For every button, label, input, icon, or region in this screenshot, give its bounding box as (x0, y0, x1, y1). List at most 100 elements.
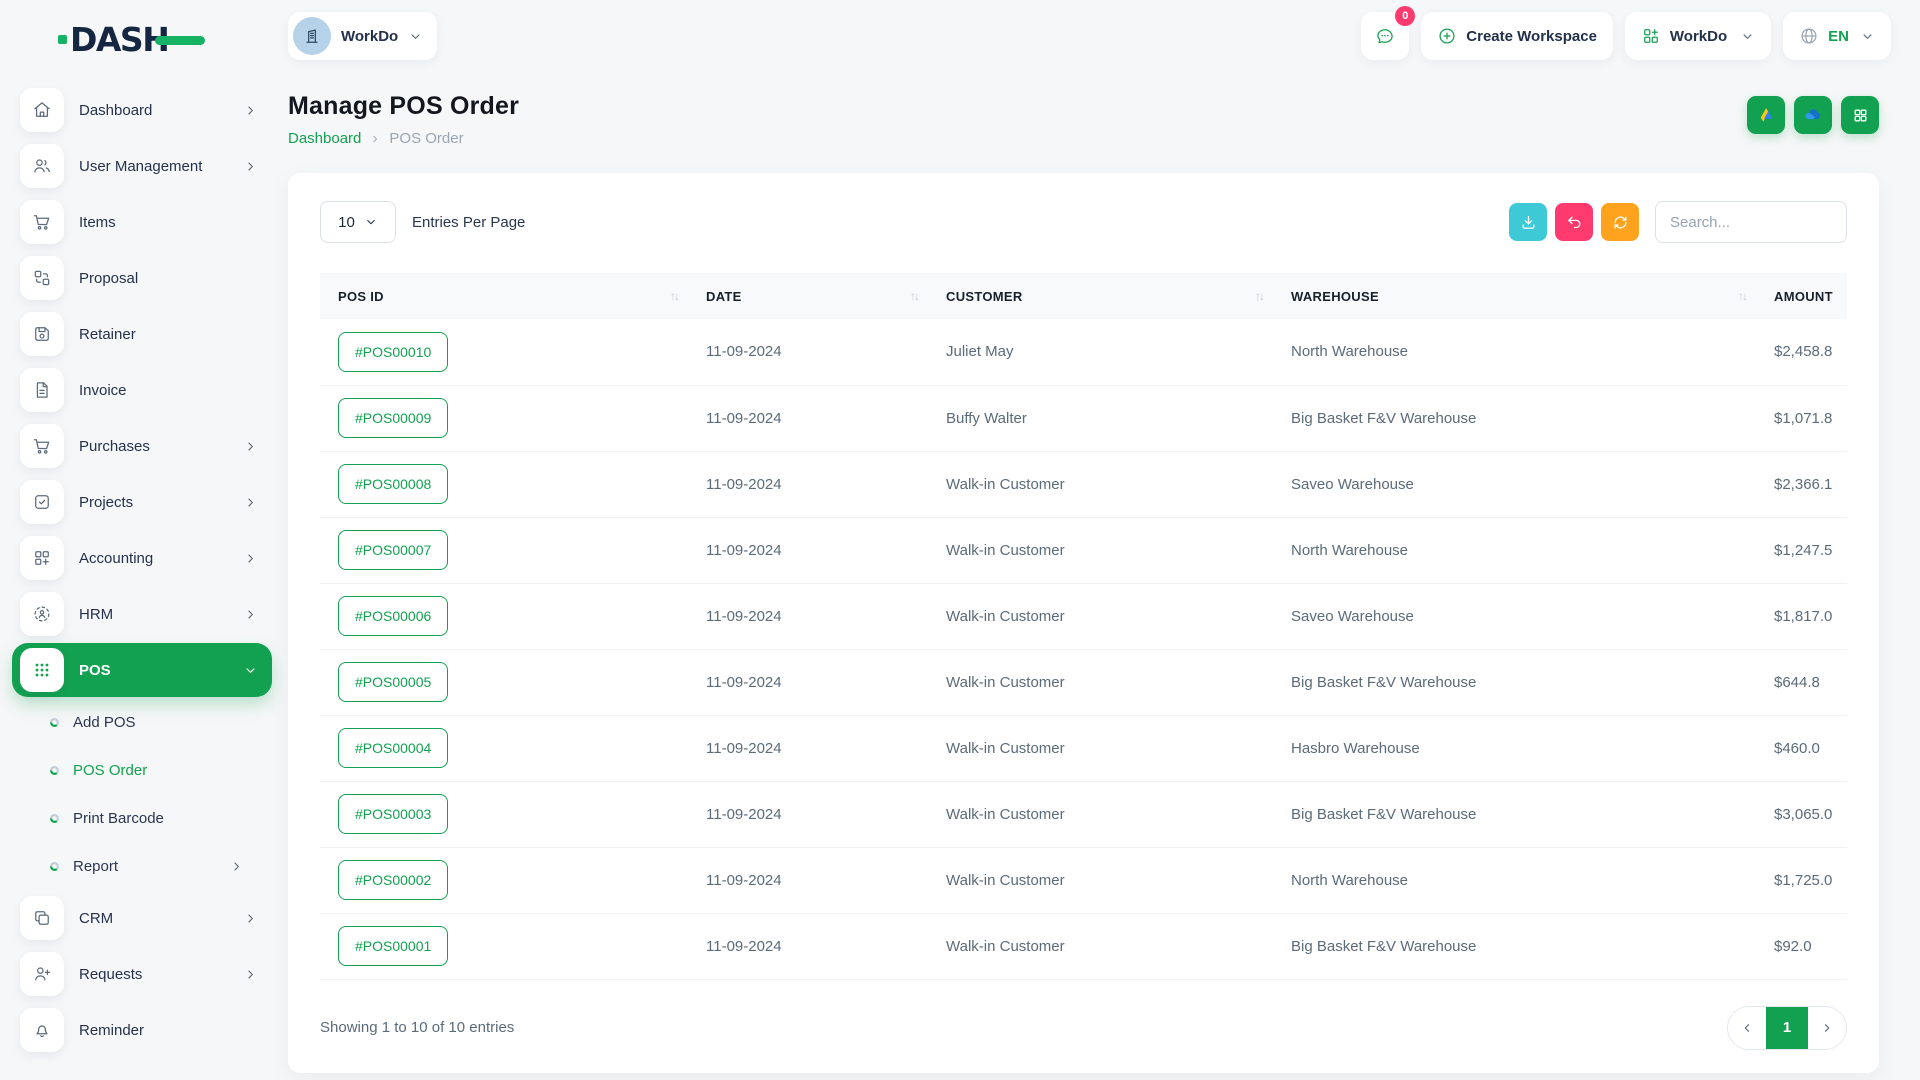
main-content: WorkDo 0 Create Workspace WorkDo (278, 0, 1920, 1080)
chevron-down-icon (243, 663, 258, 678)
table-row: #POS00010 11-09-2024 Juliet May North Wa… (320, 319, 1847, 385)
cell-customer: Walk-in Customer (928, 715, 1273, 781)
pagination: 1 (1727, 1006, 1847, 1050)
pos-id-link[interactable]: #POS00010 (338, 332, 448, 372)
table-row: #POS00003 11-09-2024 Walk-in Customer Bi… (320, 781, 1847, 847)
column-header-amount[interactable]: AMOUNT (1756, 273, 1847, 319)
page-number-button[interactable]: 1 (1766, 1007, 1808, 1049)
language-selector[interactable]: EN (1783, 12, 1891, 60)
column-header-pos-id[interactable]: POS ID↑↓ (320, 273, 688, 319)
sidebar-item-dashboard[interactable]: Dashboard (20, 82, 266, 138)
google-drive-button[interactable] (1747, 96, 1785, 134)
column-header-warehouse[interactable]: WAREHOUSE↑↓ (1273, 273, 1756, 319)
sort-icon[interactable]: ↑↓ (910, 289, 918, 303)
cart-icon (20, 200, 64, 244)
sidebar-item-invoice[interactable]: Invoice (20, 362, 266, 418)
pos-id-link[interactable]: #POS00002 (338, 860, 448, 900)
sidebar-subitem-report[interactable]: Report (20, 842, 266, 890)
sidebar-item-crm[interactable]: CRM (20, 890, 266, 946)
sidebar-item-label: Invoice (79, 382, 266, 399)
table-row: #POS00009 11-09-2024 Buffy Walter Big Ba… (320, 385, 1847, 451)
chevron-right-icon (243, 495, 258, 510)
pos-id-link[interactable]: #POS00003 (338, 794, 448, 834)
sidebar-subitem-label: Report (73, 858, 215, 875)
file-text-icon (20, 368, 64, 412)
language-code: EN (1828, 28, 1849, 45)
create-workspace-button[interactable]: Create Workspace (1421, 12, 1613, 60)
cell-customer: Walk-in Customer (928, 847, 1273, 913)
table-row: #POS00004 11-09-2024 Walk-in Customer Ha… (320, 715, 1847, 781)
sidebar-item-proposal[interactable]: Proposal (20, 250, 266, 306)
cell-customer: Walk-in Customer (928, 583, 1273, 649)
sidebar-item-label: Purchases (79, 438, 228, 455)
chevron-right-icon (1820, 1021, 1834, 1035)
cell-amount: $2,366.1 (1756, 451, 1847, 517)
next-page-button[interactable] (1808, 1007, 1846, 1049)
bullet-icon (50, 766, 59, 775)
users-icon (20, 144, 64, 188)
table-controls: 10 Entries Per Page (320, 201, 1847, 243)
cell-date: 11-09-2024 (688, 451, 928, 517)
cell-customer: Walk-in Customer (928, 451, 1273, 517)
sidebar-subitem-pos-order[interactable]: POS Order (20, 746, 266, 794)
export-button[interactable] (1509, 203, 1547, 241)
chevron-down-icon (408, 29, 423, 44)
bullet-icon (50, 862, 59, 871)
cell-amount: $1,817.0 (1756, 583, 1847, 649)
pos-id-link[interactable]: #POS00001 (338, 926, 448, 966)
sidebar-item-hrm[interactable]: HRM (20, 586, 266, 642)
sidebar-item-label: CRM (79, 910, 228, 927)
cell-customer: Walk-in Customer (928, 649, 1273, 715)
sidebar-item-pos[interactable]: POS (12, 643, 272, 697)
apps-grid-button[interactable] (1841, 96, 1879, 134)
pos-id-link[interactable]: #POS00005 (338, 662, 448, 702)
pos-id-link[interactable]: #POS00008 (338, 464, 448, 504)
messages-button[interactable]: 0 (1361, 12, 1409, 60)
sidebar-item-reminder[interactable]: Reminder (20, 1002, 266, 1058)
cell-warehouse: Big Basket F&V Warehouse (1273, 385, 1756, 451)
sidebar-subitem-print-barcode[interactable]: Print Barcode (20, 794, 266, 842)
workspace-selector[interactable]: WorkDo (288, 12, 437, 60)
page-title: Manage POS Order (288, 92, 519, 121)
sidebar-item-requests[interactable]: Requests (20, 946, 266, 1002)
chevron-right-icon (229, 859, 244, 874)
undo-button[interactable] (1555, 203, 1593, 241)
cell-date: 11-09-2024 (688, 385, 928, 451)
column-header-customer[interactable]: CUSTOMER↑↓ (928, 273, 1273, 319)
entries-per-page-value: 10 (338, 214, 355, 231)
messages-badge: 0 (1395, 6, 1415, 26)
refresh-button[interactable] (1601, 203, 1639, 241)
sidebar-item-purchases[interactable]: Purchases (20, 418, 266, 474)
app-menu-button[interactable]: WorkDo (1625, 12, 1771, 60)
logo-dot (58, 35, 67, 44)
cell-customer: Buffy Walter (928, 385, 1273, 451)
breadcrumb-dashboard-link[interactable]: Dashboard (288, 130, 361, 147)
sidebar-item-label: Retainer (79, 326, 266, 343)
onedrive-button[interactable] (1794, 96, 1832, 134)
pos-id-link[interactable]: #POS00007 (338, 530, 448, 570)
sidebar-item-user-management[interactable]: User Management (20, 138, 266, 194)
check-square-icon (20, 480, 64, 524)
cell-customer: Walk-in Customer (928, 517, 1273, 583)
search-input[interactable] (1655, 201, 1847, 243)
sidebar-item-label: Reminder (79, 1022, 266, 1039)
sidebar-subitem-add-pos[interactable]: Add POS (20, 698, 266, 746)
sort-icon[interactable]: ↑↓ (670, 289, 678, 303)
entries-per-page-select[interactable]: 10 (320, 201, 396, 243)
chevron-right-icon (243, 967, 258, 982)
pos-id-link[interactable]: #POS00009 (338, 398, 448, 438)
sidebar-item-accounting[interactable]: Accounting (20, 530, 266, 586)
previous-page-button[interactable] (1728, 1007, 1766, 1049)
sidebar-item-projects[interactable]: Projects (20, 474, 266, 530)
sidebar-item-retainer[interactable]: Retainer (20, 306, 266, 362)
column-header-date[interactable]: DATE↑↓ (688, 273, 928, 319)
table-actions (1509, 201, 1847, 243)
pos-id-link[interactable]: #POS00006 (338, 596, 448, 636)
table-footer: Showing 1 to 10 of 10 entries 1 (320, 1006, 1847, 1050)
pos-id-link[interactable]: #POS00004 (338, 728, 448, 768)
sort-icon[interactable]: ↑↓ (1255, 289, 1263, 303)
brand-logo[interactable]: DASH (20, 16, 266, 62)
sort-icon[interactable]: ↑↓ (1738, 289, 1746, 303)
sidebar-item-items[interactable]: Items (20, 194, 266, 250)
save-icon (20, 312, 64, 356)
